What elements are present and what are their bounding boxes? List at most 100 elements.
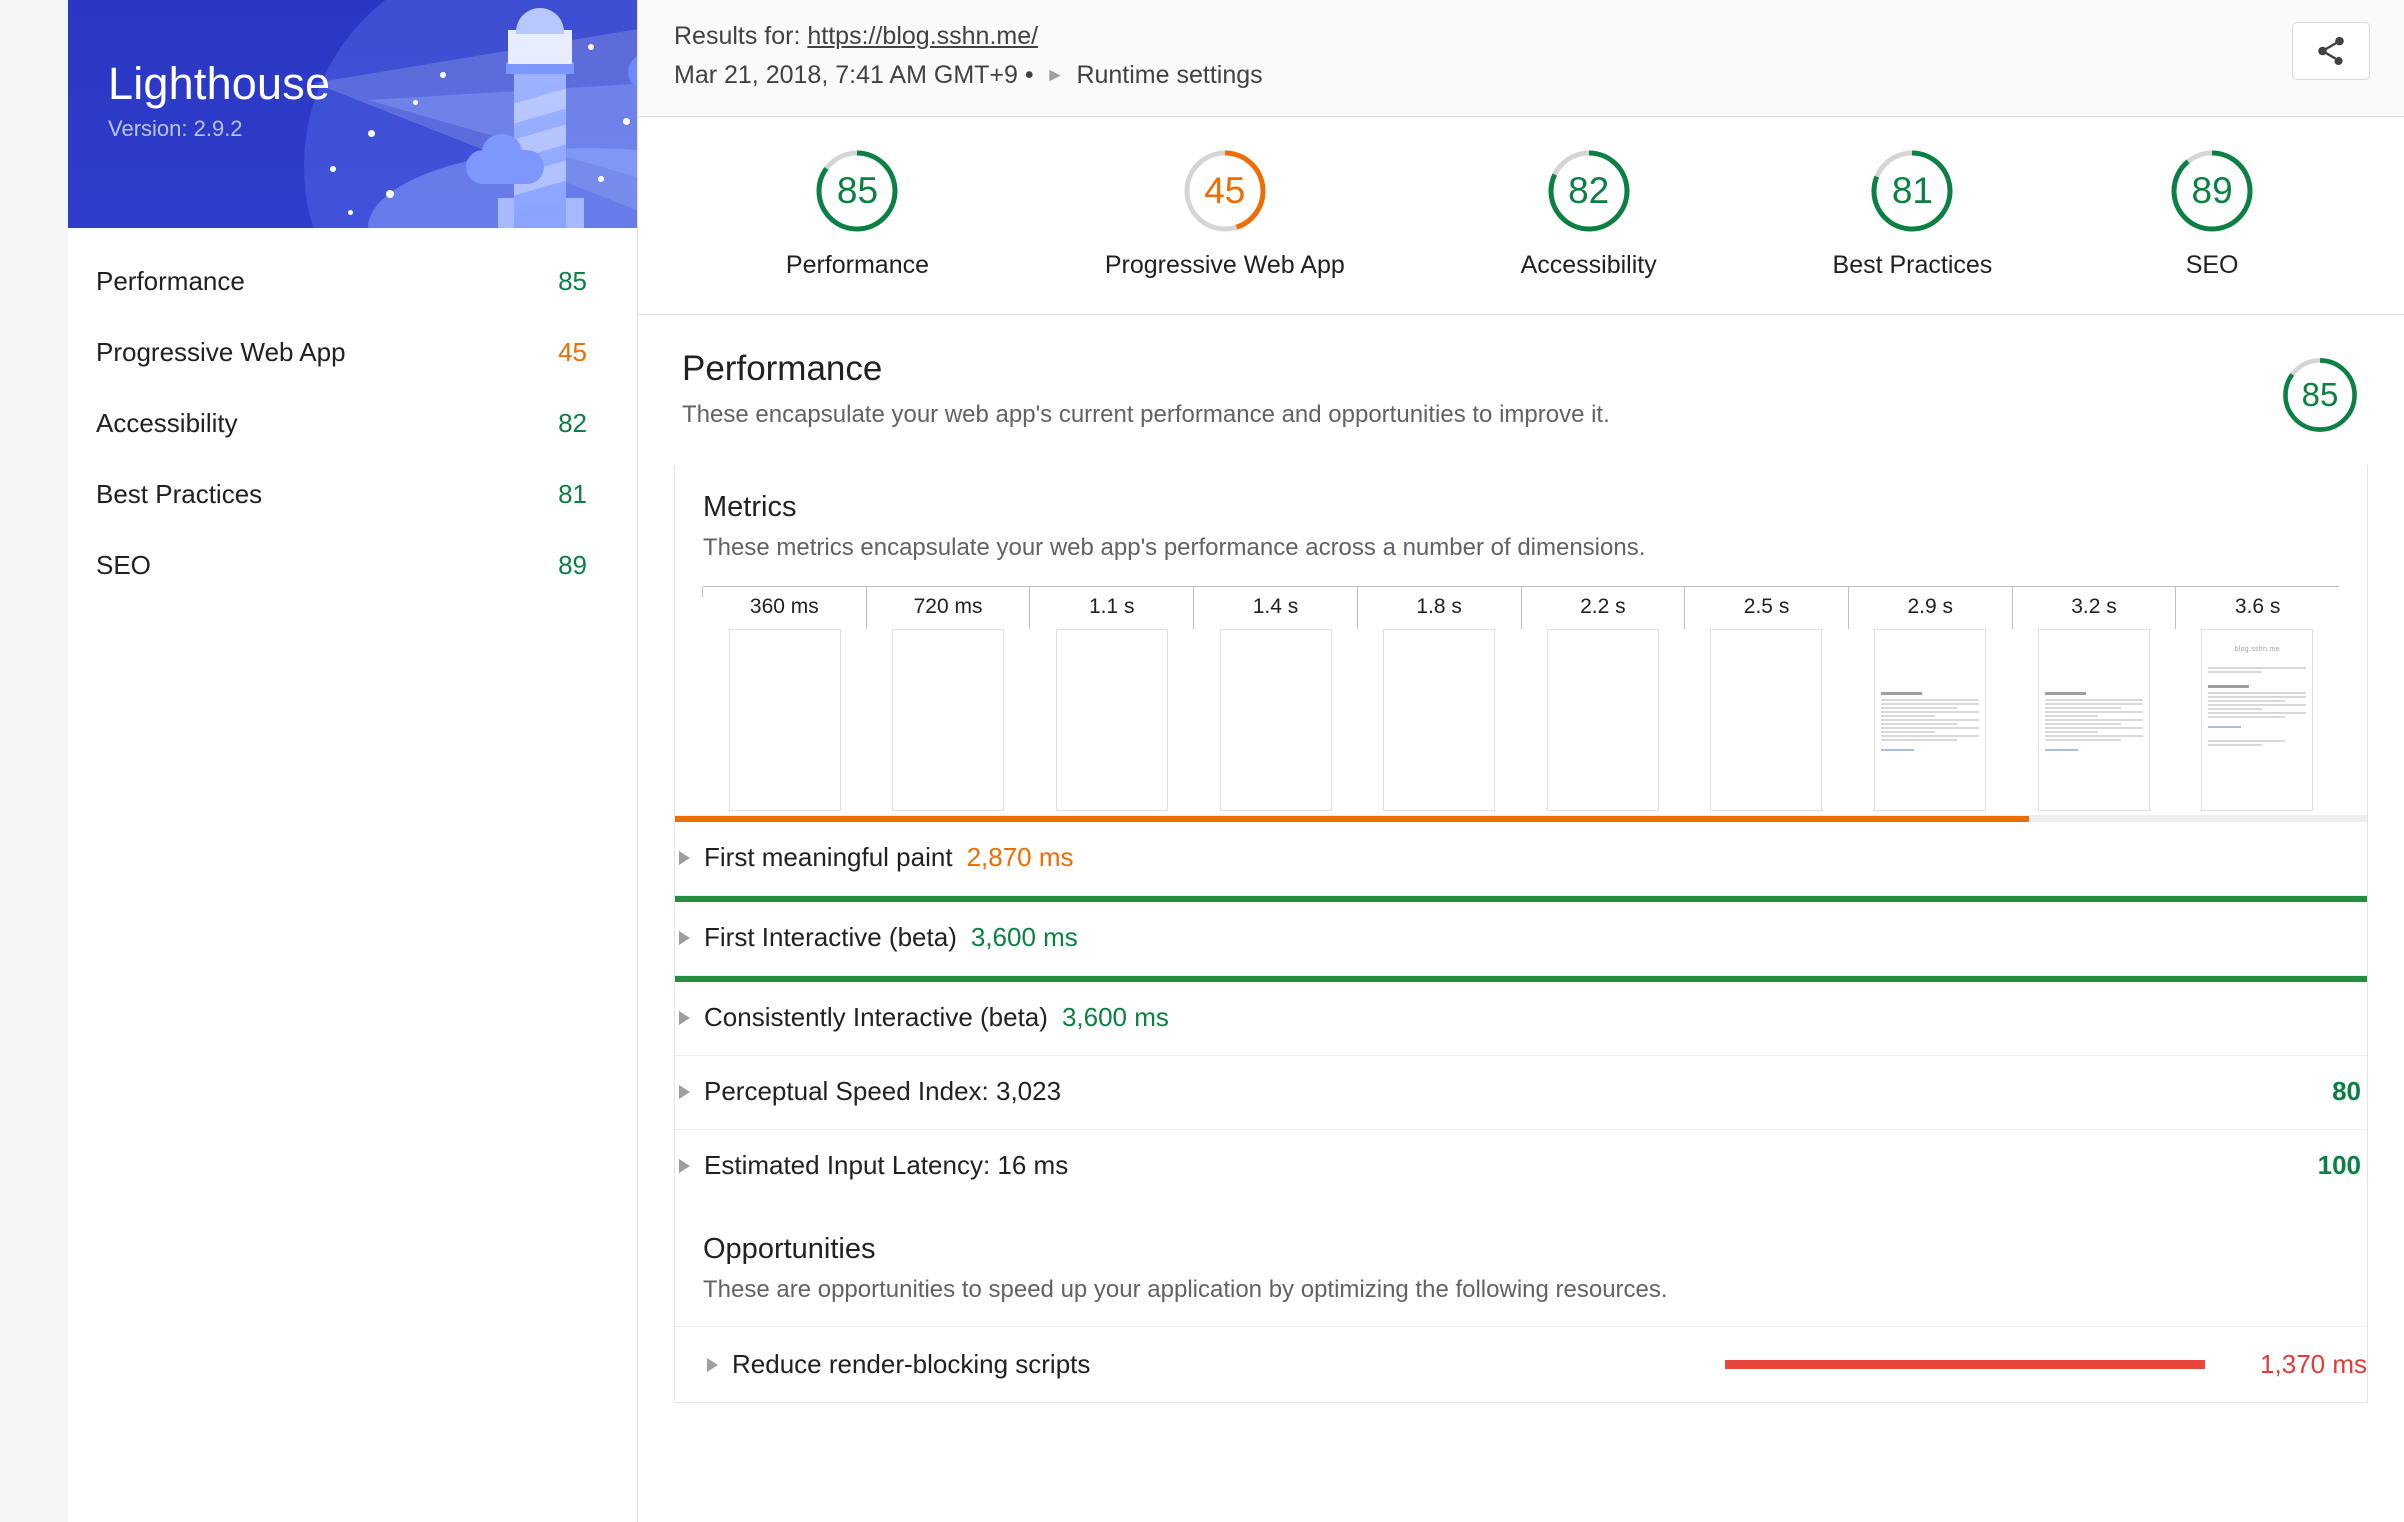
sidebar-item-label: Accessibility bbox=[96, 408, 238, 438]
filmstrip-tick: 3.6 s bbox=[2175, 587, 2339, 629]
opportunity-name: Reduce render-blocking scripts bbox=[732, 1349, 1091, 1379]
metric-name: First meaningful paint bbox=[704, 842, 953, 872]
thumb-line bbox=[2208, 704, 2307, 706]
metric-score: 100 bbox=[2317, 1150, 2361, 1180]
star-icon bbox=[440, 72, 446, 78]
sidebar-item-seo[interactable]: SEO 89 bbox=[68, 530, 637, 601]
thumb-line bbox=[2044, 707, 2121, 709]
filmstrip-tick: 720 ms bbox=[865, 587, 1030, 629]
metric-row: Consistently Interactive (beta) 3,600 ms bbox=[675, 975, 2367, 1055]
performance-section: Performance These encapsulate your web a… bbox=[638, 315, 2404, 1522]
thumbnail-content: blog.sshn.me bbox=[2208, 646, 2307, 748]
expand-triangle-icon[interactable] bbox=[679, 1010, 690, 1025]
star-icon bbox=[588, 44, 594, 50]
share-icon bbox=[2318, 36, 2344, 66]
gauge-best-practices[interactable]: 81 Best Practices bbox=[1833, 147, 1992, 280]
performance-section-score: 85 bbox=[2301, 376, 2339, 413]
filmstrip-thumbnail bbox=[1383, 629, 1496, 811]
score-gauges: 85 Performance 45 Progressive Web App 82… bbox=[638, 117, 2404, 315]
opportunity-row: Reduce render-blocking scripts 1,370 ms bbox=[675, 1326, 2367, 1402]
star-icon bbox=[368, 130, 375, 137]
thumb-line bbox=[1880, 719, 1979, 721]
results-for-line: Results for: https://blog.sshn.me/ bbox=[674, 22, 1263, 51]
metrics-rows: First meaningful paint 2,870 ms First In… bbox=[675, 815, 2367, 1203]
gauge-score: 81 bbox=[1891, 170, 1933, 211]
thumb-line bbox=[1880, 731, 1935, 733]
thumb-line bbox=[1880, 703, 1979, 705]
thumb-line bbox=[2044, 727, 2143, 729]
filmstrip-tick: 3.2 s bbox=[2011, 587, 2176, 629]
expand-triangle-icon[interactable] bbox=[679, 1084, 690, 1099]
sidebar-item-label: Best Practices bbox=[96, 479, 263, 509]
gauge-performance[interactable]: 85 Performance bbox=[786, 147, 929, 280]
filmstrip-tick: 2.2 s bbox=[1520, 587, 1685, 629]
brand-version: Version: 2.9.2 bbox=[108, 116, 243, 141]
thumb-line bbox=[2044, 739, 2121, 741]
sidebar-item-performance[interactable]: Performance 85 bbox=[68, 246, 637, 317]
metrics-title: Metrics bbox=[703, 491, 797, 523]
thumb-line bbox=[2044, 735, 2143, 737]
metric-line: First Interactive (beta) 3,600 ms bbox=[675, 902, 2367, 975]
metric-value: 3,600 ms bbox=[970, 922, 1078, 952]
share-button[interactable] bbox=[2292, 22, 2370, 80]
expand-triangle-icon[interactable] bbox=[707, 1357, 718, 1372]
gauge-ring: 81 bbox=[1868, 147, 1956, 235]
thumb-link bbox=[1880, 749, 1915, 751]
opportunity-bar bbox=[1725, 1360, 2205, 1369]
expand-triangle-icon[interactable] bbox=[679, 1158, 690, 1173]
thumb-site-title: blog.sshn.me bbox=[2234, 646, 2280, 653]
sidebar-item-accessibility[interactable]: Accessibility 82 bbox=[68, 388, 637, 459]
sidebar-item-score: 85 bbox=[558, 266, 587, 296]
thumbnail-content bbox=[2044, 692, 2143, 753]
thumb-line bbox=[2208, 700, 2285, 702]
metric-value: 2,870 ms bbox=[966, 842, 1074, 872]
filmstrip-frame-wrap bbox=[1030, 629, 1194, 811]
expand-triangle-icon[interactable] bbox=[679, 930, 690, 945]
thumb-line bbox=[2208, 716, 2285, 718]
filmstrip-tick: 1.8 s bbox=[1356, 587, 1521, 629]
thumb-line bbox=[2208, 671, 2263, 673]
filmstrip-tick: 1.1 s bbox=[1029, 587, 1193, 629]
thumb-line bbox=[1880, 739, 1958, 741]
gauge-seo[interactable]: 89 SEO bbox=[2168, 147, 2256, 280]
filmstrip-tick: 1.4 s bbox=[1193, 587, 1357, 629]
sidebar-item-label: Progressive Web App bbox=[96, 337, 346, 367]
report-topbar: Results for: https://blog.sshn.me/ Mar 2… bbox=[638, 0, 2404, 117]
audited-url-link[interactable]: https://blog.sshn.me/ bbox=[807, 22, 1038, 50]
runtime-settings-toggle[interactable]: Runtime settings bbox=[1076, 61, 1262, 90]
chevron-right-icon[interactable]: ► bbox=[1046, 65, 1065, 87]
gauge-score: 45 bbox=[1204, 170, 1246, 211]
results-for-label: Results for: bbox=[674, 22, 801, 50]
filmstrip-frame-wrap bbox=[1848, 629, 2012, 811]
metric-row: First Interactive (beta) 3,600 ms bbox=[675, 895, 2367, 975]
expand-triangle-icon[interactable] bbox=[679, 850, 690, 865]
performance-heading-block: Performance These encapsulate your web a… bbox=[682, 349, 1610, 429]
gauge-ring: 85 bbox=[813, 147, 901, 235]
sidebar-item-best-practices[interactable]: Best Practices 81 bbox=[68, 459, 637, 530]
metrics-card-inner: Metrics These metrics encapsulate your w… bbox=[675, 465, 2367, 815]
star-icon bbox=[598, 176, 604, 182]
gauge-label: Performance bbox=[785, 251, 930, 279]
thumb-line bbox=[1880, 699, 1979, 701]
star-icon bbox=[330, 166, 336, 172]
gauge-progressive-web-app[interactable]: 45 Progressive Web App bbox=[1105, 147, 1345, 280]
star-icon bbox=[348, 210, 353, 215]
metric-row: First meaningful paint 2,870 ms bbox=[675, 815, 2367, 895]
gauge-score: 85 bbox=[836, 170, 879, 211]
thumb-line bbox=[2044, 711, 2143, 713]
sidebar-nav: Performance 85 Progressive Web App 45 Ac… bbox=[68, 228, 637, 601]
sidebar-item-progressive-web-app[interactable]: Progressive Web App 45 bbox=[68, 317, 637, 388]
thumb-line bbox=[2208, 667, 2307, 669]
performance-section-header: Performance These encapsulate your web a… bbox=[674, 315, 2368, 435]
gauge-accessibility[interactable]: 82 Accessibility bbox=[1521, 147, 1657, 280]
sidebar-item-score: 89 bbox=[558, 550, 587, 580]
thumb-line bbox=[1880, 727, 1979, 729]
metric-score: 80 bbox=[2332, 1076, 2361, 1106]
sidebar-item-label: Performance bbox=[96, 266, 245, 296]
lighthouse-brand-header: Lighthouse Version: 2.9.2 bbox=[68, 0, 637, 228]
report-meta: Results for: https://blog.sshn.me/ Mar 2… bbox=[674, 22, 1263, 90]
metric-row: Estimated Input Latency: 16 ms 100 bbox=[675, 1129, 2367, 1203]
gauge-label: Progressive Web App bbox=[1104, 251, 1345, 279]
main-content: Results for: https://blog.sshn.me/ Mar 2… bbox=[638, 0, 2404, 1522]
sidebar: Lighthouse Version: 2.9.2 Performance 85… bbox=[68, 0, 638, 1522]
